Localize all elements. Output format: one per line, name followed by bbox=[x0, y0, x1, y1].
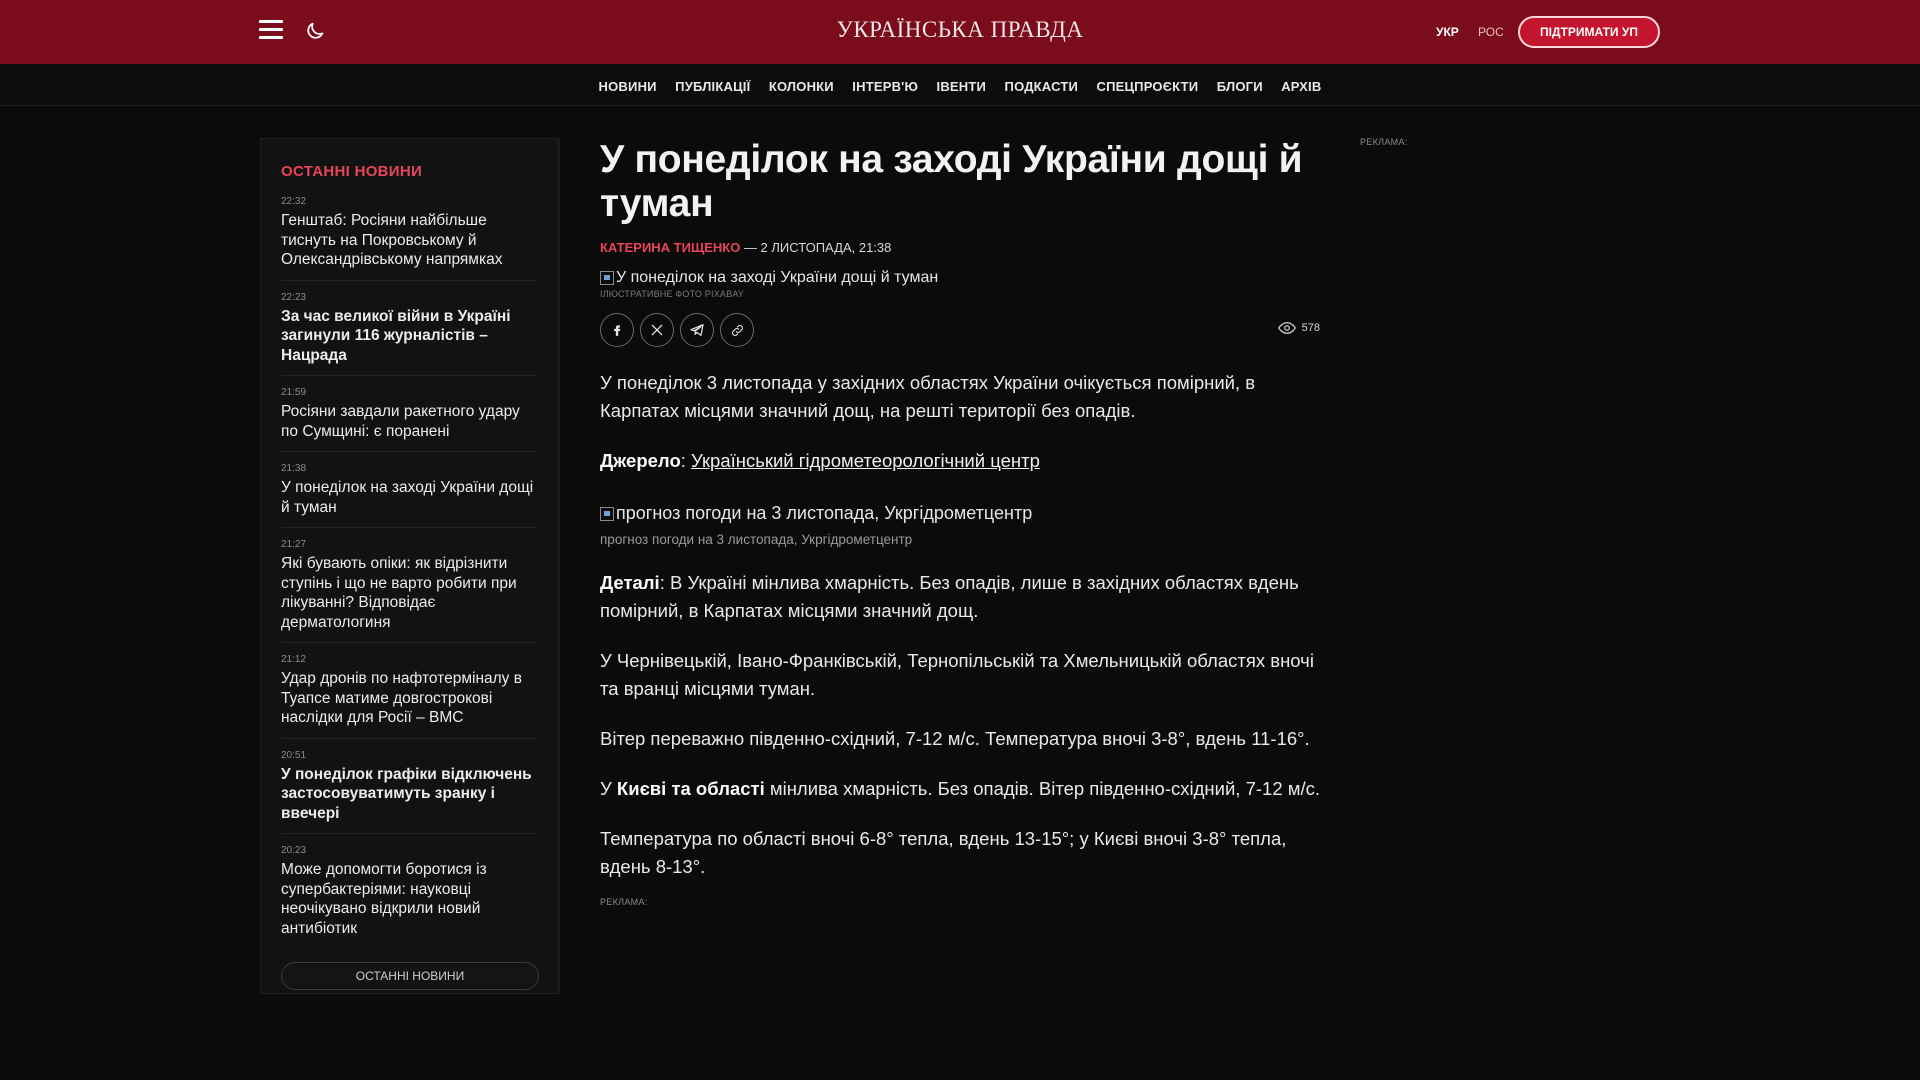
main-nav: НОВИНИ ПУБЛІКАЦІЇ КОЛОНКИ ІНТЕРВ'Ю ІВЕНТ… bbox=[0, 64, 1920, 106]
list-item[interactable]: 21:59 Росіяни завдали ракетного удару по… bbox=[281, 387, 537, 452]
nav-item-news[interactable]: НОВИНИ bbox=[599, 79, 657, 94]
news-time: 22:23 bbox=[281, 291, 307, 303]
moon-icon[interactable] bbox=[304, 20, 328, 44]
forecast-image: прогноз погоди на 3 листопада, Укргідром… bbox=[600, 503, 1320, 524]
views-counter: 578 bbox=[1277, 322, 1320, 334]
news-headline[interactable]: Удар дронів по нафтотерміналу в Туапсе м… bbox=[281, 669, 537, 728]
broken-image-icon bbox=[600, 506, 614, 521]
share-bar: 578 bbox=[600, 313, 1320, 347]
nav-item-columns[interactable]: КОЛОНКИ bbox=[769, 79, 834, 94]
article: У понеділок на заході України дощі й тум… bbox=[600, 138, 1320, 907]
details-text: : В Україні мінлива хмарність. Без опаді… bbox=[600, 572, 1299, 621]
news-time: 21:27 bbox=[281, 539, 307, 550]
telegram-share-icon[interactable] bbox=[680, 313, 714, 347]
nav-item-blogs[interactable]: БЛОГИ bbox=[1217, 79, 1263, 94]
hero-caption: ІЛЮСТРАТИВНЕ ФОТО PIXABAY bbox=[600, 289, 745, 299]
news-headline[interactable]: За час великої війни в Україні загинули … bbox=[281, 307, 537, 366]
p4-post: мінлива хмарність. Без опадів. Вітер пів… bbox=[764, 778, 1320, 799]
article-lead: У понеділок 3 листопада у західних облас… bbox=[600, 372, 1256, 421]
nav-item-podcasts[interactable]: ПОДКАСТИ bbox=[1005, 79, 1079, 94]
nav-item-specprojects[interactable]: СПЕЦПРОЄКТИ bbox=[1096, 79, 1198, 94]
nav-item-events[interactable]: ІВЕНТИ bbox=[937, 79, 987, 94]
news-time: 21:59 bbox=[281, 387, 307, 398]
details-label: Деталі bbox=[600, 572, 660, 593]
news-headline[interactable]: Генштаб: Росіяни найбільше тиснуть на По… bbox=[281, 211, 537, 270]
news-time: 20:51 bbox=[281, 749, 307, 761]
copy-link-icon[interactable] bbox=[720, 313, 754, 347]
list-item[interactable]: 20:23 Може допомогти боротися із суперба… bbox=[281, 845, 537, 948]
list-item[interactable]: 20:51 У понеділок графіки відключень зас… bbox=[281, 749, 537, 834]
hero-image: У понеділок на заході України дощі й тум… bbox=[600, 269, 1320, 287]
p4-pre: У bbox=[600, 778, 617, 799]
news-time: 22:32 bbox=[281, 196, 307, 207]
news-headline[interactable]: Які бувають опіки: як відрізнити ступінь… bbox=[281, 554, 537, 632]
support-button[interactable]: ПІДТРИМАТИ УП bbox=[1518, 16, 1660, 48]
eye-icon bbox=[1277, 322, 1296, 334]
forecast-figure: прогноз погоди на 3 листопада, Укргідром… bbox=[600, 503, 1320, 547]
site-logo[interactable]: УКРАЇНСЬКА ПРАВДА bbox=[760, 17, 1160, 43]
article-paragraph: У Чернівецькій, Івано-Франківській, Терн… bbox=[600, 650, 1314, 699]
source-link[interactable]: Український гідрометеорологічний центр bbox=[691, 450, 1040, 471]
list-item[interactable]: 22:23 За час великої війни в Україні заг… bbox=[281, 291, 537, 376]
news-time: 21:38 bbox=[281, 463, 307, 474]
article-details: Деталі: В Україні мінлива хмарність. Без… bbox=[600, 569, 1320, 625]
news-headline[interactable]: Може допомогти боротися із супербактерія… bbox=[281, 860, 537, 938]
ad-label-right: РЕКЛАМА: bbox=[1360, 137, 1408, 147]
article-byline: КАТЕРИНА ТИЩЕНКО — 2 ЛИСТОПАДА, 21:38 bbox=[600, 240, 1320, 255]
article-date: — 2 ЛИСТОПАДА, 21:38 bbox=[740, 240, 892, 255]
hamburger-menu-icon[interactable] bbox=[259, 20, 285, 44]
nav-item-archive[interactable]: АРХІВ bbox=[1281, 79, 1321, 94]
list-item[interactable]: 21:38 У понеділок на заході України дощі… bbox=[281, 463, 537, 528]
facebook-share-icon[interactable] bbox=[600, 313, 634, 347]
news-time: 21:12 bbox=[281, 654, 307, 665]
news-headline[interactable]: У понеділок на заході України дощі й тум… bbox=[281, 478, 537, 517]
news-headline[interactable]: У понеділок графіки відключень застосову… bbox=[281, 765, 537, 824]
news-time: 20:23 bbox=[281, 845, 307, 856]
ad-label-bottom: РЕКЛАМА: bbox=[600, 897, 648, 907]
x-share-icon[interactable] bbox=[640, 313, 674, 347]
list-item[interactable]: 21:27 Які бувають опіки: як відрізнити с… bbox=[281, 539, 537, 643]
source-label: Джерело bbox=[600, 450, 681, 471]
forecast-caption: прогноз погоди на 3 листопада, Укргідром… bbox=[600, 532, 913, 547]
article-paragraph: Вітер переважно південно-східний, 7-12 м… bbox=[600, 728, 1310, 749]
hero-image-alt: У понеділок на заході України дощі й тум… bbox=[616, 269, 939, 286]
latest-news-sidebar: ОСТАННІ НОВИНИ 22:32 Генштаб: Росіяни на… bbox=[260, 138, 560, 994]
kyiv-region-bold: Києві та області bbox=[616, 778, 765, 799]
lang-ros-link[interactable]: РОС bbox=[1478, 25, 1504, 39]
nav-item-interviews[interactable]: ІНТЕРВ'Ю bbox=[852, 79, 918, 94]
nav-item-publications[interactable]: ПУБЛІКАЦІЇ bbox=[675, 79, 750, 94]
news-headline[interactable]: Росіяни завдали ракетного удару по Сумщи… bbox=[281, 402, 537, 441]
latest-news-more-button[interactable]: ОСТАННІ НОВИНИ bbox=[281, 962, 539, 990]
list-item[interactable]: 22:32 Генштаб: Росіяни найбільше тиснуть… bbox=[281, 196, 537, 281]
forecast-image-alt: прогноз погоди на 3 листопада, Укргідром… bbox=[616, 503, 1033, 523]
views-count: 578 bbox=[1301, 322, 1320, 334]
article-paragraph: Температура по області вночі 6-8° тепла,… bbox=[600, 828, 1287, 877]
list-item[interactable]: 21:12 Удар дронів по нафтотерміналу в Ту… bbox=[281, 654, 537, 739]
article-headline: У понеділок на заході України дощі й тум… bbox=[600, 138, 1303, 225]
author-link[interactable]: КАТЕРИНА ТИЩЕНКО bbox=[600, 240, 740, 255]
article-source: Джерело: Український гідрометеорологічни… bbox=[600, 450, 1040, 471]
broken-image-icon bbox=[600, 271, 614, 285]
top-bar: УКРАЇНСЬКА ПРАВДА УКР РОС ПІДТРИМАТИ УП bbox=[0, 0, 1920, 64]
lang-ukr-link[interactable]: УКР bbox=[1436, 25, 1459, 39]
sidebar-title: ОСТАННІ НОВИНИ bbox=[281, 163, 423, 180]
article-paragraph: У Києві та області мінлива хмарність. Бе… bbox=[600, 775, 1320, 803]
